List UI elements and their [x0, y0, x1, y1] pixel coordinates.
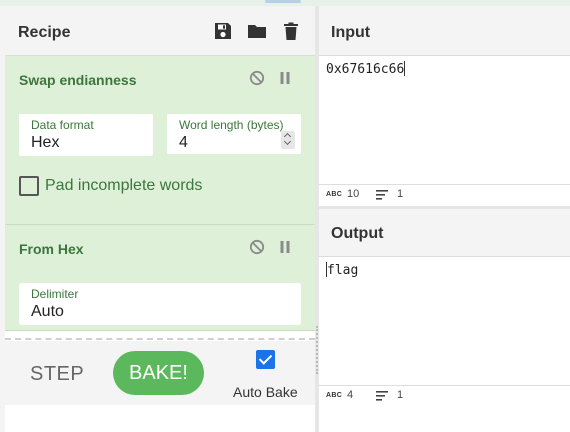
- recipe-drop-zone-divider: [5, 338, 315, 340]
- operation-title: From Hex: [19, 241, 84, 257]
- input-textarea[interactable]: 0x67616c66: [326, 61, 406, 77]
- output-text: flag: [327, 263, 359, 278]
- lines-icon: [376, 391, 388, 401]
- abc-icon: ABC: [326, 392, 343, 399]
- input-title: Input: [331, 24, 371, 41]
- trash-icon[interactable]: [281, 21, 301, 41]
- lines-icon: [376, 190, 388, 200]
- word-length-input[interactable]: Word length (bytes) 4: [167, 114, 301, 154]
- pad-incomplete-words-checkbox[interactable]: [19, 176, 39, 196]
- pause-icon[interactable]: [277, 70, 293, 86]
- folder-open-icon[interactable]: [247, 21, 267, 41]
- top-strip-accent: [265, 0, 301, 3]
- output-status-bar: ABC 4 1: [319, 385, 570, 405]
- data-format-select[interactable]: Data format Hex: [19, 114, 153, 156]
- output-header: Output: [319, 209, 570, 257]
- operation-controls: [249, 70, 293, 86]
- operation-from-hex[interactable]: From Hex Delimiter Auto: [5, 225, 315, 331]
- recipe-title: Recipe: [18, 24, 71, 41]
- input-text: 0x67616c66: [326, 62, 405, 77]
- recipe-header: Recipe: [5, 8, 315, 56]
- field-label: Word length (bytes): [179, 118, 284, 132]
- output-length: 4: [347, 389, 354, 401]
- field-value: 4: [179, 134, 188, 151]
- input-header: Input: [319, 8, 570, 56]
- recipe-header-icons: [213, 21, 301, 41]
- input-status-bar: ABC 10 1: [319, 184, 570, 204]
- output-textarea[interactable]: flag: [326, 262, 358, 278]
- abc-icon: ABC: [326, 191, 343, 198]
- output-line-count: 1: [397, 389, 404, 401]
- bake-button[interactable]: BAKE!: [113, 351, 204, 395]
- top-strip: [0, 0, 570, 6]
- disable-icon[interactable]: [249, 70, 265, 86]
- number-stepper[interactable]: [281, 131, 295, 149]
- output-title: Output: [331, 225, 384, 242]
- delimiter-select[interactable]: Delimiter Auto: [19, 283, 301, 325]
- auto-bake-checkbox[interactable]: [256, 350, 275, 369]
- output-panel: Output flag ABC 4 1: [319, 209, 570, 432]
- input-panel: Input 0x67616c66 ABC 10 1: [319, 8, 570, 206]
- disable-icon[interactable]: [249, 239, 265, 255]
- field-value: Auto: [31, 303, 64, 320]
- operation-controls: [249, 239, 293, 255]
- field-label: Delimiter: [31, 287, 79, 301]
- field-value: Hex: [31, 134, 60, 151]
- operation-title: Swap endianness: [19, 72, 137, 88]
- step-button[interactable]: STEP: [30, 363, 84, 386]
- input-line-count: 1: [397, 188, 404, 200]
- bake-controls: STEP BAKE! Auto Bake: [5, 341, 315, 405]
- save-icon[interactable]: [213, 21, 233, 41]
- pause-icon[interactable]: [277, 239, 293, 255]
- auto-bake-label[interactable]: Auto Bake: [233, 384, 298, 400]
- field-label: Data format: [31, 118, 94, 132]
- checkbox-label[interactable]: Pad incomplete words: [45, 177, 202, 195]
- recipe-panel: Recipe Swap endianness Data format Hex W…: [5, 8, 315, 432]
- operation-swap-endianness[interactable]: Swap endianness Data format Hex Word len…: [5, 56, 315, 225]
- input-length: 10: [347, 188, 360, 200]
- text-caret: [404, 61, 406, 76]
